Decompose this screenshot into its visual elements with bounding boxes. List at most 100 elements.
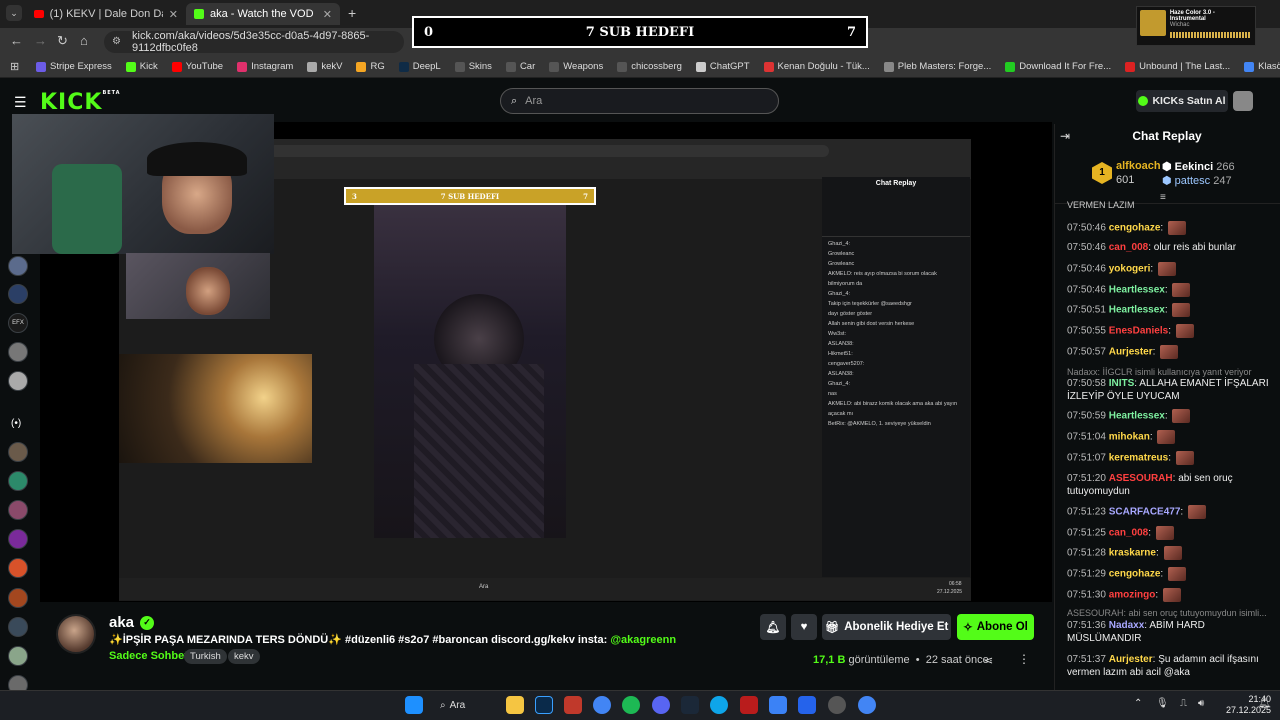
bookmark-item[interactable]: Pleb Masters: Forge... [883,61,991,72]
obs-icon[interactable] [828,696,846,714]
tray-chevron-icon[interactable]: ⌃ [1134,698,1142,709]
close-tab-icon[interactable]: ✕ [323,8,332,21]
bookmark-item[interactable]: chicossberg [617,61,682,72]
back-icon[interactable]: ← [10,33,23,48]
message-username[interactable]: can_008 [1109,528,1148,539]
bookmark-item[interactable]: DeepL [398,61,441,72]
chrome-icon[interactable] [593,696,611,714]
leader-name[interactable]: Eekinci [1175,161,1214,173]
forward-icon[interactable]: → [34,33,47,48]
message-username[interactable]: INITS [1109,378,1135,389]
bookmark-item[interactable]: RG [356,61,385,72]
bookmark-item[interactable]: Klasör - Google Drive [1244,61,1280,72]
search-input[interactable]: ⌕ Ara [500,88,779,114]
sidebar-channel-avatar[interactable] [8,500,28,520]
message-username[interactable]: EnesDaniels [1109,326,1168,337]
chrome-active-icon[interactable] [858,696,876,714]
category-link[interactable]: Sadece Sohbet [109,650,188,662]
message-username[interactable]: can_008 [1109,242,1148,253]
apps-grid-icon[interactable]: ⊞ [10,60,19,73]
sidebar-channel-avatar[interactable] [8,558,28,578]
microphone-icon[interactable]: 🎙︎ [1156,698,1169,709]
sidebar-channel-avatar[interactable] [8,284,28,304]
channel-name[interactable]: aka ✓ [109,614,155,631]
notifications-icon[interactable]: 🔔︎ [1258,698,1271,709]
message-username[interactable]: Heartlessex [1109,305,1165,316]
follow-heart-button[interactable]: ♥ [791,614,817,640]
photoshop-icon[interactable] [535,696,553,714]
more-options-icon[interactable]: ⋮ [1018,652,1030,666]
message-username[interactable]: kraskarne [1109,548,1156,559]
taskbar-search[interactable]: ⌕ Ara [440,696,496,714]
bookmark-item[interactable]: Kenan Doğulu - Tük... [763,61,870,72]
tab-youtube[interactable]: (1) KEKV | Dale Don Dale - YouT ✕ [26,3,186,25]
bookmark-item[interactable]: Instagram [237,61,293,72]
leader-name[interactable]: alfkoach [1116,160,1161,172]
bookmark-item[interactable]: kekV [307,61,342,72]
message-username[interactable]: Heartlessex [1109,411,1165,422]
bookmark-item[interactable]: Download It For Fre... [1005,61,1111,72]
network-app-icon[interactable] [769,696,787,714]
notification-bell-button[interactable]: 🔔︎ [760,614,786,640]
subscribe-button[interactable]: ✧ Abone Ol [957,614,1034,640]
filezilla-icon[interactable] [564,696,582,714]
edge-icon[interactable] [710,696,728,714]
spotify-icon[interactable] [622,696,640,714]
close-tab-icon[interactable]: ✕ [169,8,178,21]
sidebar-channel-avatar[interactable] [8,646,28,666]
instagram-link[interactable]: @akagreenn [610,634,676,646]
sidebar-channel-avatar[interactable] [8,342,28,362]
sidebar-channel-avatar[interactable] [8,617,28,637]
volume-icon[interactable]: 🔊︎ [1198,698,1204,709]
app-icon[interactable] [740,696,758,714]
message-username[interactable]: Aurjester [1109,654,1153,665]
windows-start-icon[interactable] [405,696,423,714]
message-username[interactable]: amozingo [1109,590,1156,601]
home-icon[interactable]: ⌂ [80,33,88,48]
sidebar-channel-avatar[interactable] [8,529,28,549]
message-username[interactable]: cengohaze [1109,223,1161,234]
sidebar-channel-avatar[interactable] [8,256,28,276]
sidebar-channel-avatar[interactable] [8,471,28,491]
reload-icon[interactable]: ↻ [57,33,68,49]
bookmark-item[interactable]: Car [505,61,535,72]
discord-icon[interactable] [652,696,670,714]
notepad-icon[interactable] [798,696,816,714]
share-icon[interactable]: ⋖ [984,654,993,667]
message-username[interactable]: ASESOURAH [1109,473,1173,484]
message-username[interactable]: mihokan [1109,432,1150,443]
steam-icon[interactable] [681,696,699,714]
bookmark-item[interactable]: ChatGPT [695,61,750,72]
site-info-icon[interactable]: ⚙ [112,36,121,47]
bookmark-item[interactable]: Weapons [549,61,603,72]
user-avatar[interactable] [1233,91,1253,111]
network-icon[interactable]: ⎍ [1180,698,1187,709]
gift-sub-button[interactable]: 🎁︎ Abonelik Hediye Et [822,614,951,640]
message-username[interactable]: kerematreus [1109,453,1168,464]
message-username[interactable]: cengohaze [1109,569,1161,580]
bookmark-item[interactable]: YouTube [171,61,223,72]
bookmark-item[interactable]: Stripe Express [36,61,112,72]
message-username[interactable]: SCARFACE477 [1109,507,1181,518]
message-username[interactable]: yokogeri [1109,264,1151,275]
sidebar-channel-avatar[interactable] [8,371,28,391]
tag-pill[interactable]: kekv [228,649,260,664]
menu-icon[interactable]: ☰ [14,94,27,111]
expand-leaderboard-icon[interactable]: ≡ [1160,192,1166,203]
tag-pill[interactable]: Turkish [184,649,227,664]
file-explorer-icon[interactable] [506,696,524,714]
bookmark-item[interactable]: Skins [454,61,492,72]
bookmark-item[interactable]: Unbound | The Last... [1125,61,1230,72]
sidebar-channel-avatar[interactable]: EFX [8,313,28,333]
message-username[interactable]: Nadaxx [1109,620,1145,631]
sidebar-channel-avatar[interactable] [8,442,28,462]
bookmark-item[interactable]: Kick [125,61,158,72]
sidebar-channel-avatar[interactable] [8,588,28,608]
message-username[interactable]: Aurjester [1109,347,1153,358]
kick-logo[interactable]: KICKBETA [40,90,121,115]
kicks-buy-button[interactable]: KICKs Satın Al [1136,90,1228,112]
url-field[interactable]: kick.com/aka/videos/5d3e35cc-d0a5-4d97-8… [104,30,404,54]
tab-kick[interactable]: aka - Watch the VOD on Kick ✕ [186,3,340,25]
leader-name[interactable]: pattesc [1175,175,1210,187]
channel-avatar[interactable] [56,614,96,654]
